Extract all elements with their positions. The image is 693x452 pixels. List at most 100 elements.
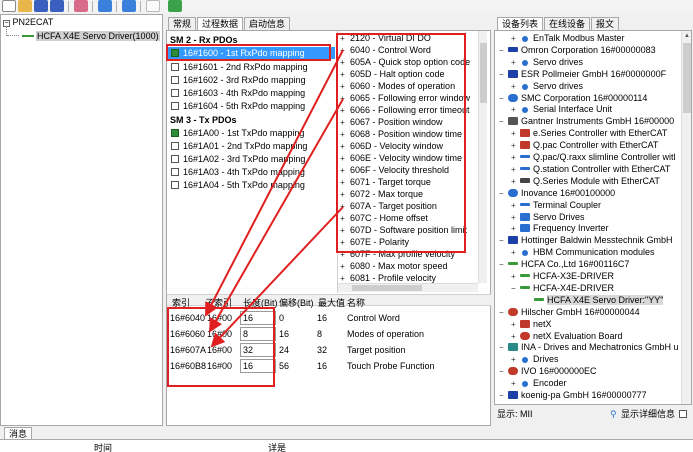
entry-hscroll-thumb[interactable] xyxy=(352,285,422,291)
vendor-node[interactable]: − ESR Pollmeier GmbH 16#0000000F xyxy=(499,69,666,80)
expand-icon[interactable]: + xyxy=(511,223,520,234)
pdo-checkbox[interactable] xyxy=(171,102,179,110)
vendor-node[interactable]: − IVO 16#000000EC xyxy=(499,366,597,377)
expand-icon[interactable]: + xyxy=(338,273,347,283)
entry-item[interactable]: +6068 - Position window time xyxy=(338,129,478,140)
pdo-item-1602[interactable]: 16#1602 - 3rd RxPdo mapping xyxy=(171,74,341,86)
entry-item[interactable]: +2120 - Virtual DI DO xyxy=(338,33,478,44)
collapse-icon[interactable]: − xyxy=(499,188,508,199)
expand-icon[interactable]: + xyxy=(511,331,520,342)
vendor-node[interactable]: − INA - Drives and Mechatronics GmbH u xyxy=(499,342,679,353)
device-node[interactable]: + EnTalk Modbus Master xyxy=(511,33,625,44)
collapse-icon[interactable]: − xyxy=(499,235,508,246)
device-node[interactable]: + Drives xyxy=(511,354,559,365)
vendor-node[interactable]: − SMC Corporation 16#00000114 xyxy=(499,93,647,104)
length-input[interactable]: 8 xyxy=(240,327,276,341)
save-all-icon[interactable] xyxy=(50,0,64,12)
device-node[interactable]: HCFA X4E Servo Driver:"YY" xyxy=(525,294,664,306)
length-input[interactable]: 32 xyxy=(240,343,276,357)
entry-scroll-thumb[interactable] xyxy=(480,43,487,103)
expand-icon[interactable]: + xyxy=(338,213,347,224)
entry-item[interactable]: +6060 - Modes of operation xyxy=(338,81,478,92)
collapse-icon[interactable]: − xyxy=(499,307,508,318)
expand-icon[interactable]: + xyxy=(338,141,347,152)
collapse-icon[interactable]: − xyxy=(499,342,508,353)
expand-icon[interactable]: + xyxy=(338,45,347,56)
network-icon[interactable] xyxy=(98,0,112,12)
expand-icon[interactable]: + xyxy=(511,378,520,389)
entry-item[interactable]: +6067 - Position window xyxy=(338,117,478,128)
expand-icon[interactable]: + xyxy=(338,249,347,260)
expand-icon[interactable]: + xyxy=(511,81,520,92)
vendor-node[interactable]: − Gantner Instruments GmbH 16#00000 xyxy=(499,116,674,127)
device-icon[interactable] xyxy=(122,0,136,12)
length-input[interactable]: 16 xyxy=(240,311,276,325)
expand-icon[interactable]: + xyxy=(338,165,347,176)
device-node[interactable]: + Q.Series Module with EtherCAT xyxy=(511,176,660,187)
pdo-checkbox[interactable] xyxy=(171,181,179,189)
device-node[interactable]: + netX xyxy=(511,319,552,330)
vendor-node[interactable]: − Omron Corporation 16#00000083 xyxy=(499,45,656,56)
entry-item[interactable]: +607D - Software position limit xyxy=(338,225,478,236)
entry-item[interactable]: +607C - Home offset xyxy=(338,213,478,224)
expand-icon[interactable]: + xyxy=(511,200,520,211)
pdo-item-1a04[interactable]: 16#1A04 - 5th TxPdo mapping xyxy=(171,179,341,191)
expand-icon[interactable]: + xyxy=(511,152,520,163)
device-node[interactable]: + Encoder xyxy=(511,378,567,389)
expand-icon[interactable]: + xyxy=(338,201,347,212)
expand-icon[interactable]: + xyxy=(338,177,347,188)
tab-process-data[interactable]: 过程数据 xyxy=(197,17,244,30)
blank-icon[interactable] xyxy=(146,0,160,12)
expand-icon[interactable]: + xyxy=(338,225,347,236)
length-input[interactable]: 16 xyxy=(240,359,276,373)
entry-list-scrollbar[interactable] xyxy=(478,31,487,283)
tab-messages[interactable]: 报文 xyxy=(591,17,620,30)
entry-item[interactable]: +607E - Polarity xyxy=(338,237,478,248)
vendor-node[interactable]: − HCFA Co.,Ltd 16#00116C7 xyxy=(499,259,629,270)
pdo-checkbox[interactable] xyxy=(171,49,179,57)
expand-icon[interactable]: + xyxy=(338,57,347,68)
scroll-up-icon[interactable]: ▲ xyxy=(683,32,691,40)
expand-icon[interactable]: + xyxy=(338,261,347,272)
pdo-checkbox[interactable] xyxy=(171,168,179,176)
expand-icon[interactable]: + xyxy=(511,247,520,258)
pdo-checkbox[interactable] xyxy=(171,76,179,84)
pdo-item-1604[interactable]: 16#1604 - 5th RxPdo mapping xyxy=(171,100,341,112)
device-node[interactable]: + netX Evaluation Board xyxy=(511,331,623,342)
device-node[interactable]: + Q.pac/Q.raxx slimline Controller witl xyxy=(511,152,676,163)
expand-icon[interactable]: + xyxy=(338,153,347,164)
tab-startup[interactable]: 启动信息 xyxy=(244,17,291,30)
collapse-icon[interactable]: − xyxy=(499,69,508,80)
entry-item[interactable]: +6080 - Max motor speed xyxy=(338,261,478,272)
pdo-item-1600[interactable]: 16#1600 - 1st RxPdo mapping xyxy=(168,47,335,59)
pdo-checkbox[interactable] xyxy=(171,155,179,163)
collapse-icon[interactable]: − xyxy=(499,259,508,270)
pdo-checkbox[interactable] xyxy=(171,129,179,137)
device-node[interactable]: + Terminal Coupler xyxy=(511,200,601,211)
entry-item[interactable]: +6040 - Control Word xyxy=(338,45,478,56)
expand-icon[interactable]: + xyxy=(338,33,347,44)
entry-item[interactable]: +607F - Max profile velocity xyxy=(338,249,478,260)
device-node[interactable]: + Serial Interface Unit xyxy=(511,104,612,115)
tab-device-list[interactable]: 设备列表 xyxy=(497,17,544,30)
entry-item[interactable]: +606F - Velocity threshold xyxy=(338,165,478,176)
device-node[interactable]: + HCFA-X3E-DRIVER xyxy=(511,271,614,282)
collapse-icon[interactable]: − xyxy=(499,116,508,127)
vendor-node[interactable]: − koenig-pa GmbH 16#00000777 xyxy=(499,390,647,401)
open-folder-icon[interactable] xyxy=(18,0,32,12)
pdo-checkbox[interactable] xyxy=(171,63,179,71)
device-node[interactable]: + Servo drives xyxy=(511,81,583,92)
expand-icon[interactable]: + xyxy=(511,57,520,68)
expand-icon[interactable]: + xyxy=(338,93,347,104)
entry-item[interactable]: +6072 - Max torque xyxy=(338,189,478,200)
tab-online-devices[interactable]: 在线设备 xyxy=(544,17,591,30)
expand-icon[interactable]: + xyxy=(511,140,520,151)
expand-icon[interactable]: + xyxy=(338,81,347,92)
tab-general[interactable]: 常规 xyxy=(168,17,197,30)
entry-item[interactable]: +606E - Velocity window time xyxy=(338,153,478,164)
device-list-scrollbar[interactable]: ▲ xyxy=(681,31,691,404)
expand-icon[interactable]: + xyxy=(511,128,520,139)
device-node[interactable]: + e.Series Controller with EtherCAT xyxy=(511,128,667,139)
expand-icon[interactable]: + xyxy=(338,117,347,128)
expand-icon[interactable]: + xyxy=(338,129,347,140)
